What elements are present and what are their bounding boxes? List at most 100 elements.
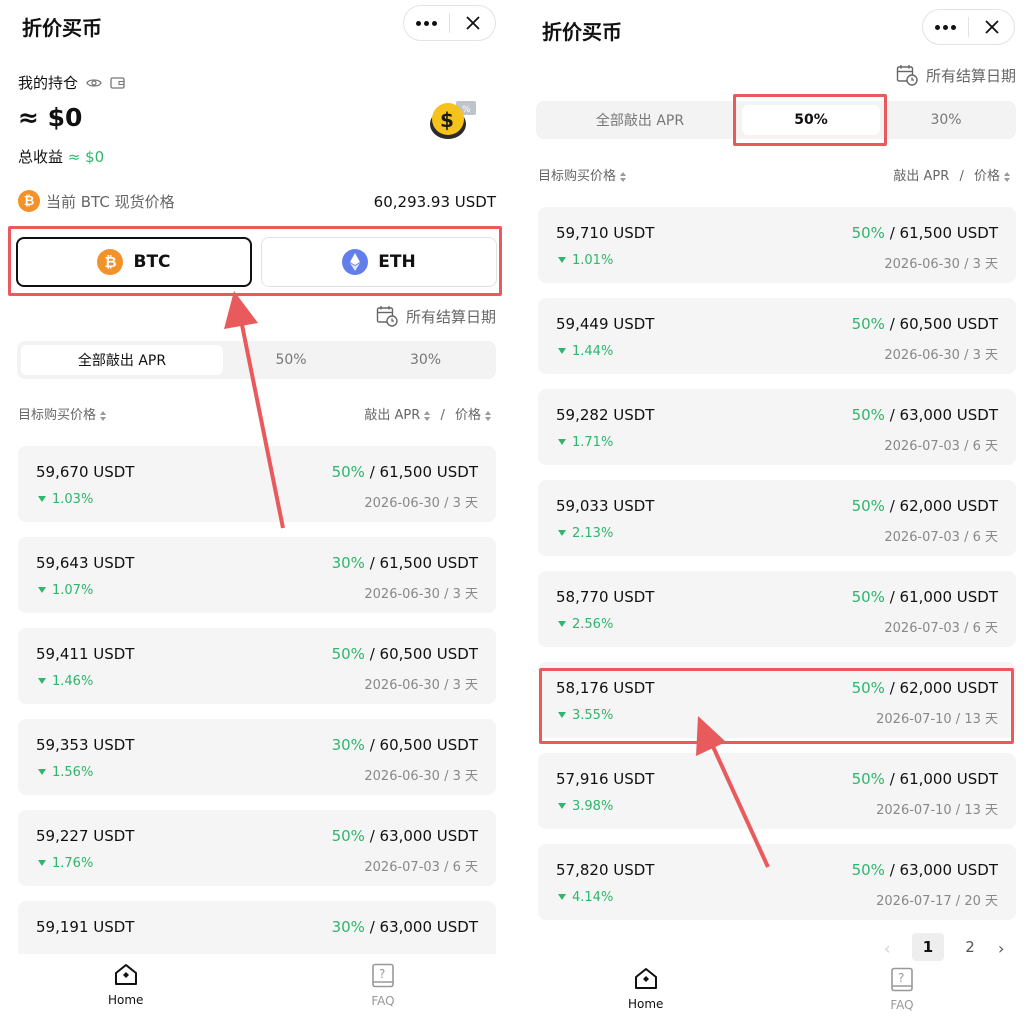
tabbar-faq[interactable]: ? FAQ — [890, 967, 914, 1012]
prev-page-chevron-icon[interactable]: ‹ — [884, 939, 890, 958]
row-discount-value: 1.07% — [52, 583, 94, 598]
sort-arrows-icon — [1004, 171, 1010, 182]
list-item[interactable]: 58,770 USDT 2.56% 50% / 61,000 USDT 2026… — [538, 571, 1016, 647]
sort-arrows-icon — [620, 171, 627, 182]
list-item[interactable]: 59,643 USDT 1.07% 30% / 61,500 USDT 2026… — [18, 537, 496, 613]
tab-30[interactable]: 30% — [880, 105, 1012, 135]
triangle-down-icon — [558, 257, 566, 263]
faq-book-icon: ? — [372, 963, 394, 988]
row-price: 59,227 USDT — [36, 827, 135, 845]
row-price: 59,643 USDT — [36, 554, 135, 572]
holdings-label: 我的持仓 — [18, 74, 79, 92]
triangle-down-icon — [38, 496, 46, 502]
list-item[interactable]: 59,710 USDT 1.01% 50% / 61,500 USDT 2026… — [538, 207, 1016, 283]
row-apr: 50% / 62,000 USDT — [852, 497, 998, 515]
row-target: / 63,000 USDT — [889, 406, 998, 424]
row-discount-value: 3.98% — [572, 799, 614, 814]
spot-price-label-row: ₿ 当前 BTC 现货价格 — [18, 190, 175, 212]
more-button[interactable] — [923, 10, 968, 44]
tabbar-home[interactable]: Home — [628, 967, 663, 1011]
row-discount: 1.46% — [38, 674, 93, 689]
row-discount-value: 1.56% — [52, 765, 94, 780]
next-page-chevron-icon[interactable]: › — [998, 939, 1004, 958]
annotation-highlight-box — [733, 94, 887, 146]
tab-all-apr[interactable]: 全部敲出 APR — [21, 345, 223, 375]
triangle-down-icon — [558, 803, 566, 809]
tab-all-apr[interactable]: 全部敲出 APR — [540, 105, 740, 135]
list-item[interactable]: 59,191 USDT 30% / 63,000 USDT — [18, 901, 496, 954]
col-apr-label: 敲出 APR — [893, 169, 950, 184]
row-discount-value: 1.01% — [572, 253, 614, 268]
wallet-icon[interactable] — [110, 76, 125, 89]
svg-text:%: % — [462, 105, 471, 115]
svg-text:?: ? — [379, 967, 385, 981]
row-date: 2026-07-10 / 13 天 — [876, 803, 998, 818]
row-discount: 2.13% — [558, 526, 613, 541]
row-apr-value: 50% — [331, 645, 365, 663]
list-item[interactable]: 59,282 USDT 1.71% 50% / 63,000 USDT 2026… — [538, 389, 1016, 465]
row-apr: 50% / 61,500 USDT — [852, 224, 998, 242]
row-price: 59,282 USDT — [556, 406, 655, 424]
list-item[interactable]: 59,449 USDT 1.44% 50% / 60,500 USDT 2026… — [538, 298, 1016, 374]
row-apr: 50% / 63,000 USDT — [852, 406, 998, 424]
settlement-label: 所有结算日期 — [925, 66, 1016, 85]
sort-arrows-icon — [100, 410, 107, 421]
page-title: 折价买币 — [22, 16, 102, 40]
row-target: / 60,500 USDT — [369, 645, 478, 663]
tabbar-home-label: Home — [628, 997, 664, 1011]
row-date: 2026-07-17 / 20 天 — [876, 894, 998, 909]
triangle-down-icon — [38, 769, 46, 775]
row-date: 2026-07-03 / 6 天 — [884, 530, 998, 545]
tabbar-faq[interactable]: ? FAQ — [371, 963, 395, 1008]
close-icon — [984, 20, 999, 34]
tab-30[interactable]: 30% — [359, 345, 492, 375]
list-item[interactable]: 59,411 USDT 1.46% 50% / 60,500 USDT 2026… — [18, 628, 496, 704]
capsule-menu — [403, 5, 496, 41]
page-title: 折价买币 — [542, 20, 622, 44]
row-date: 2026-06-30 / 3 天 — [364, 496, 478, 511]
triangle-down-icon — [558, 894, 566, 900]
sort-apr-price[interactable]: 敲出 APR / 价格 — [893, 165, 1010, 184]
row-apr: 50% / 63,000 USDT — [332, 827, 478, 845]
sort-apr-price[interactable]: 敲出 APR / 价格 — [364, 404, 491, 423]
list-item[interactable]: 59,033 USDT 2.13% 50% / 62,000 USDT 2026… — [538, 480, 1016, 556]
row-apr: 50% / 61,000 USDT — [852, 588, 998, 606]
triangle-down-icon — [558, 530, 566, 536]
close-button[interactable] — [450, 6, 495, 40]
triangle-down-icon — [38, 587, 46, 593]
page-1[interactable]: 1 — [912, 933, 944, 961]
row-target: / 61,500 USDT — [889, 224, 998, 242]
page-2[interactable]: 2 — [954, 933, 986, 961]
row-price: 59,033 USDT — [556, 497, 655, 515]
list-item[interactable]: 59,353 USDT 1.56% 30% / 60,500 USDT 2026… — [18, 719, 496, 795]
more-button[interactable] — [404, 6, 449, 40]
settlement-filter[interactable]: 所有结算日期 — [376, 305, 496, 327]
row-discount: 1.07% — [38, 583, 93, 598]
annotation-arrow — [224, 291, 285, 529]
row-discount: 1.01% — [558, 253, 613, 268]
row-target: / 62,000 USDT — [889, 497, 998, 515]
row-discount: 1.71% — [558, 435, 613, 450]
list-item[interactable]: 59,227 USDT 1.76% 50% / 63,000 USDT 2026… — [18, 810, 496, 886]
holdings-value: ≈ $0 — [18, 103, 83, 132]
row-apr: 50% / 61,500 USDT — [332, 463, 478, 481]
col-apr-label: 敲出 APR — [364, 408, 421, 423]
home-icon — [634, 968, 657, 989]
row-apr-value: 50% — [851, 406, 885, 424]
settlement-filter[interactable]: 所有结算日期 — [896, 64, 1016, 86]
settlement-label: 所有结算日期 — [405, 307, 496, 326]
btc-coin-icon: ₿ — [18, 190, 40, 212]
row-apr: 50% / 60,500 USDT — [332, 645, 478, 663]
sort-target-price[interactable]: 目标购买价格 — [18, 404, 107, 423]
row-discount-value: 1.44% — [572, 344, 614, 359]
eye-icon[interactable] — [86, 77, 102, 89]
close-button[interactable] — [969, 10, 1014, 44]
row-price: 58,770 USDT — [556, 588, 655, 606]
sort-arrows-icon — [485, 410, 491, 421]
row-price: 59,191 USDT — [36, 918, 135, 936]
triangle-down-icon — [558, 621, 566, 627]
row-apr: 30% / 63,000 USDT — [332, 918, 478, 936]
tabbar-home[interactable]: Home — [108, 963, 143, 1007]
more-dots-icon — [416, 20, 437, 26]
sort-target-price[interactable]: 目标购买价格 — [538, 165, 627, 184]
